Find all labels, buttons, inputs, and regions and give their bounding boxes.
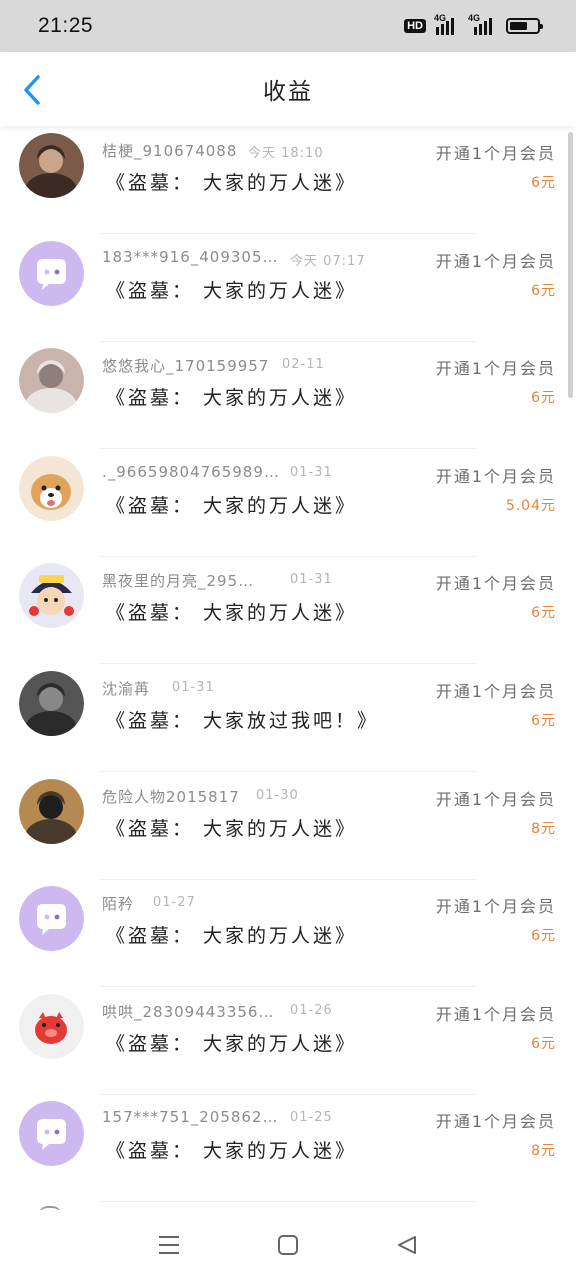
timestamp: 02-11 xyxy=(282,357,325,373)
timestamp: 01-31 xyxy=(290,572,333,588)
list-item[interactable]: 陌矜 01-27 开通1个月会员《盗墓： 大家的万人迷》 6元 xyxy=(0,879,576,988)
action-label: 开通1个月会员 xyxy=(435,466,556,486)
user-photo xyxy=(19,671,84,736)
list-item[interactable]: 悠悠我心_170159957 02-11 开通1个月会员 《盗墓： 大家的万人迷》 6元 xyxy=(0,341,576,450)
dog-avatar[interactable] xyxy=(19,455,84,521)
amount: 6元 xyxy=(531,175,556,191)
book-title: 《盗墓： 大家的万人迷》 xyxy=(106,1032,358,1055)
page-title: 收益 xyxy=(263,79,313,105)
timestamp: 01-31 xyxy=(172,680,215,695)
action-label: 开通1个月会员 xyxy=(435,789,556,809)
list-item[interactable]: 183***916_409305… 今天 07:17 开通1个月会员 《盗墓： 大家的… xyxy=(0,234,576,342)
home-square-icon xyxy=(277,1235,298,1255)
amount: 6元 xyxy=(531,713,556,729)
amount: 6元 xyxy=(531,605,556,622)
menu-icon xyxy=(159,1236,180,1254)
timestamp: 今天 07:17 xyxy=(290,253,366,269)
photo-avatar[interactable] xyxy=(19,133,84,198)
timestamp: 今天 18:10 xyxy=(248,146,324,161)
back-triangle-icon xyxy=(397,1236,416,1254)
action-label: 开通1个月会员 xyxy=(435,897,556,917)
photo-avatar[interactable] xyxy=(19,778,84,844)
book-title: 《盗墓： 大家的万人迷》 xyxy=(106,602,358,625)
earnings-list: 桔梗_910674088 今天 18:10 开通1个月会员 《盗墓： 大家的万人迷》 6… xyxy=(0,126,576,1210)
scrollbar[interactable] xyxy=(568,132,573,398)
amount: 6元 xyxy=(531,1035,556,1052)
action-label: 开通1个月会员 xyxy=(435,1004,556,1024)
user-name: 沈渝苒 xyxy=(102,680,151,698)
book-title: 《盗墓： 大家的万人迷》 xyxy=(106,279,358,302)
default-avatar[interactable] xyxy=(19,1101,84,1167)
chat-bubble-icon xyxy=(19,886,84,952)
action-label: 开通1个月会员 xyxy=(435,1112,556,1132)
book-title: 《盗墓： 大家的万人迷》 xyxy=(106,925,358,948)
book-title: 《盗墓： 大家的万人迷》 xyxy=(106,387,358,410)
user-photo xyxy=(19,778,84,844)
status-bar: 21:25 HD 4G 4G xyxy=(0,0,576,52)
chat-bubble-icon xyxy=(19,1101,84,1167)
list-item[interactable]: 157***751_205862… 01-25 开通1个月会员 《盗墓： 大家的万人迷… xyxy=(0,1094,576,1203)
pig-avatar[interactable] xyxy=(19,993,84,1059)
amount: 6元 xyxy=(531,390,556,407)
book-title: 《盗墓： 大家放过我吧！》 xyxy=(106,710,380,732)
cartoon-icon xyxy=(19,563,84,629)
action-label: 开通1个月会员 xyxy=(435,144,556,163)
status-icons: HD 4G 4G xyxy=(404,13,543,35)
book-title: 《盗墓： 大家的万人迷》 xyxy=(106,1140,358,1163)
home-button[interactable] xyxy=(268,1225,308,1265)
photo-avatar[interactable] xyxy=(19,671,84,736)
list-item[interactable]: 沈渝苒 01-31 开通1个月会员《盗墓： 大家放过我吧！》 6元 xyxy=(0,664,576,772)
chevron-left-icon xyxy=(24,75,40,105)
timestamp: 01-31 xyxy=(290,464,333,480)
user-photo xyxy=(19,348,84,414)
hd-icon: HD xyxy=(404,19,426,33)
list-item[interactable]: ._966598047659​89… 01-31 开通1个月会员 《盗墓： 大家的万人… xyxy=(0,449,576,557)
list-item[interactable]: 危险人物2015817 01-30 开通1个月会员《盗墓： 大家的万人迷》 8元 xyxy=(0,772,576,880)
menu-button[interactable] xyxy=(149,1225,189,1265)
timestamp: 01-25 xyxy=(290,1110,333,1126)
user-name: 陌矜 xyxy=(102,895,135,914)
header-bar: 收益 xyxy=(0,52,576,126)
cartoon-avatar[interactable] xyxy=(19,563,84,629)
amount: 5.04元 xyxy=(505,497,556,514)
pig-icon xyxy=(19,993,84,1059)
system-nav-bar xyxy=(0,1210,576,1280)
signal-icon: 4G xyxy=(468,13,498,35)
amount: 8元 xyxy=(531,1143,556,1160)
amount: 6元 xyxy=(531,928,556,945)
timestamp: 01-27 xyxy=(153,895,196,911)
action-label: 开通1个月会员 xyxy=(435,682,556,701)
action-label: 开通1个月会员 xyxy=(435,251,556,271)
back-button[interactable] xyxy=(14,70,50,110)
timestamp: 01-26 xyxy=(290,1002,333,1018)
divider xyxy=(100,1201,476,1203)
amount: 8元 xyxy=(531,820,556,837)
default-avatar[interactable] xyxy=(19,240,84,306)
list-item[interactable]: 黑夜里的月亮_295… 01-31 开通1个月会员 《盗墓： 大家的万人迷》 6元 xyxy=(0,556,576,665)
chat-bubble-icon xyxy=(19,240,84,306)
book-title: 《盗墓： 大家的万人迷》 xyxy=(106,494,358,517)
list-item[interactable]: 哄哄_28309443356… 01-26 开通1个月会员 《盗墓： 大家的万人迷》 6… xyxy=(0,987,576,1095)
book-title: 《盗墓： 大家的万人迷》 xyxy=(106,172,358,194)
default-avatar[interactable] xyxy=(19,886,84,952)
action-label: 开通1个月会员 xyxy=(435,359,556,379)
signal-icon: 4G xyxy=(434,13,460,35)
list-item[interactable]: 桔梗_910674088 今天 18:10 开通1个月会员 《盗墓： 大家的万人迷》 6… xyxy=(0,126,576,234)
system-back-button[interactable] xyxy=(387,1225,427,1265)
amount: 6元 xyxy=(531,282,556,299)
network-type-label: 4G xyxy=(468,13,481,23)
dog-icon xyxy=(19,455,84,521)
action-label: 开通1个月会员 xyxy=(435,574,556,594)
user-name: 危险人物2015817 xyxy=(102,787,240,806)
network-type-label: 4G xyxy=(434,13,447,23)
timestamp: 01-30 xyxy=(256,787,299,803)
user-photo xyxy=(19,133,84,198)
book-title: 《盗墓： 大家的万人迷》 xyxy=(106,817,358,840)
status-time: 21:25 xyxy=(38,14,94,37)
battery-icon xyxy=(506,18,543,34)
photo-avatar[interactable] xyxy=(19,348,84,414)
